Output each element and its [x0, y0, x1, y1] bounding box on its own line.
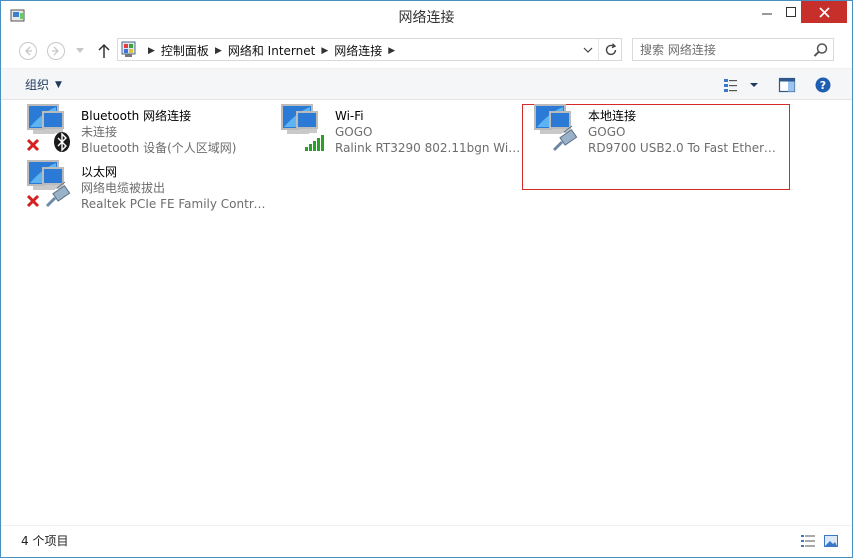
connection-name: Bluetooth 网络连接	[81, 109, 192, 123]
network-adapter-icon	[281, 104, 324, 151]
refresh-button[interactable]	[598, 39, 622, 60]
forward-arrow-icon	[47, 42, 65, 60]
breadcrumb-separator-icon[interactable]: ▶	[388, 46, 395, 56]
minimize-button[interactable]	[753, 1, 781, 23]
connection-item[interactable]: Bluetooth 网络连接 未连接 Bluetooth 设备(个人区域网)	[25, 102, 255, 158]
close-icon	[818, 6, 830, 18]
connection-status: 网络电缆被拔出	[81, 181, 166, 195]
large-icons-view-icon[interactable]	[823, 533, 839, 549]
wifi-signal-icon	[305, 135, 324, 151]
organize-label: 组织	[25, 78, 50, 92]
breadcrumb: ▶ 控制面板 ▶ 网络和 Internet ▶ 网络连接 ▶	[142, 42, 401, 59]
chevron-down-icon[interactable]	[749, 81, 759, 89]
close-button[interactable]	[801, 1, 847, 23]
recent-locations-button[interactable]	[73, 40, 87, 62]
search-input[interactable]	[640, 41, 810, 58]
search-box[interactable]	[632, 38, 834, 61]
status-bar: 4 个项目	[1, 525, 852, 557]
up-arrow-icon	[98, 43, 110, 58]
connection-name: Wi-Fi	[335, 109, 364, 123]
connection-device: Bluetooth 设备(个人区域网)	[81, 141, 237, 155]
breadcrumb-separator-icon[interactable]: ▶	[148, 46, 155, 56]
maximize-button[interactable]	[781, 1, 801, 23]
command-bar: 组织 ▼ ?	[1, 68, 852, 100]
connection-status: GOGO	[588, 125, 626, 139]
chevron-down-icon	[76, 48, 84, 53]
refresh-icon	[605, 42, 616, 55]
item-count: 4 个项目	[21, 534, 69, 548]
chevron-down-icon	[583, 47, 593, 53]
connection-item[interactable]: Wi-Fi GOGO Ralink RT3290 802.11bgn Wi-Fi…	[279, 102, 522, 158]
breadcrumb-separator-icon[interactable]: ▶	[215, 46, 222, 56]
connection-status: 未连接	[81, 125, 118, 139]
connection-device: Ralink RT3290 802.11bgn Wi-Fi...	[335, 141, 521, 155]
connection-item[interactable]: 以太网 网络电缆被拔出 Realtek PCIe FE Family Contr…	[25, 158, 275, 214]
connection-name: 本地连接	[588, 109, 637, 123]
address-history-button[interactable]	[580, 42, 596, 58]
preview-pane-icon[interactable]	[778, 76, 796, 94]
svg-text:?: ?	[820, 79, 826, 92]
connection-item[interactable]: 本地连接 GOGO RD9700 USB2.0 To Fast Ethern..…	[532, 102, 778, 158]
bluetooth-icon	[54, 132, 70, 152]
navigation-row: ▶ 控制面板 ▶ 网络和 Internet ▶ 网络连接 ▶	[1, 32, 852, 68]
breadcrumb-control-panel[interactable]: 控制面板	[161, 42, 209, 59]
breadcrumb-network-connections[interactable]: 网络连接	[334, 42, 382, 59]
title-bar[interactable]: 网络连接	[1, 1, 852, 32]
caret-down-icon: ▼	[55, 79, 62, 90]
up-button[interactable]	[93, 40, 115, 62]
view-list-icon	[724, 79, 737, 92]
network-adapter-icon	[534, 104, 578, 152]
search-icon[interactable]	[813, 42, 829, 58]
breadcrumb-separator-icon[interactable]: ▶	[321, 46, 328, 56]
disconnected-x-icon	[26, 194, 40, 208]
disconnected-x-icon	[26, 138, 40, 152]
connection-status: GOGO	[335, 125, 373, 139]
maximize-icon	[786, 7, 796, 17]
connection-device: RD9700 USB2.0 To Fast Ethern...	[588, 141, 778, 155]
forward-button[interactable]	[45, 40, 67, 62]
breadcrumb-network-internet[interactable]: 网络和 Internet	[228, 42, 315, 59]
back-arrow-icon	[19, 42, 37, 60]
network-adapter-icon	[26, 160, 71, 208]
connection-device: Realtek PCIe FE Family Control...	[81, 197, 271, 211]
help-icon[interactable]: ?	[814, 76, 832, 94]
explorer-window: 网络连接 ▶ 控制面板 ▶ 网络和 Internet ▶ 网络连接 ▶ 搜索 网…	[0, 0, 853, 558]
minimize-icon	[762, 13, 772, 15]
back-button[interactable]	[17, 40, 39, 62]
organize-button[interactable]: 组织 ▼	[25, 76, 62, 93]
change-view-button[interactable]	[723, 76, 759, 94]
connection-name: 以太网	[81, 165, 118, 179]
connections-list: Bluetooth 网络连接 未连接 Bluetooth 设备(个人区域网) W…	[1, 100, 852, 525]
address-bar[interactable]: ▶ 控制面板 ▶ 网络和 Internet ▶ 网络连接 ▶	[117, 38, 622, 61]
details-view-icon[interactable]	[800, 533, 816, 549]
network-adapter-icon	[26, 104, 70, 152]
control-panel-icon	[121, 41, 136, 57]
window-title: 网络连接	[398, 10, 455, 26]
